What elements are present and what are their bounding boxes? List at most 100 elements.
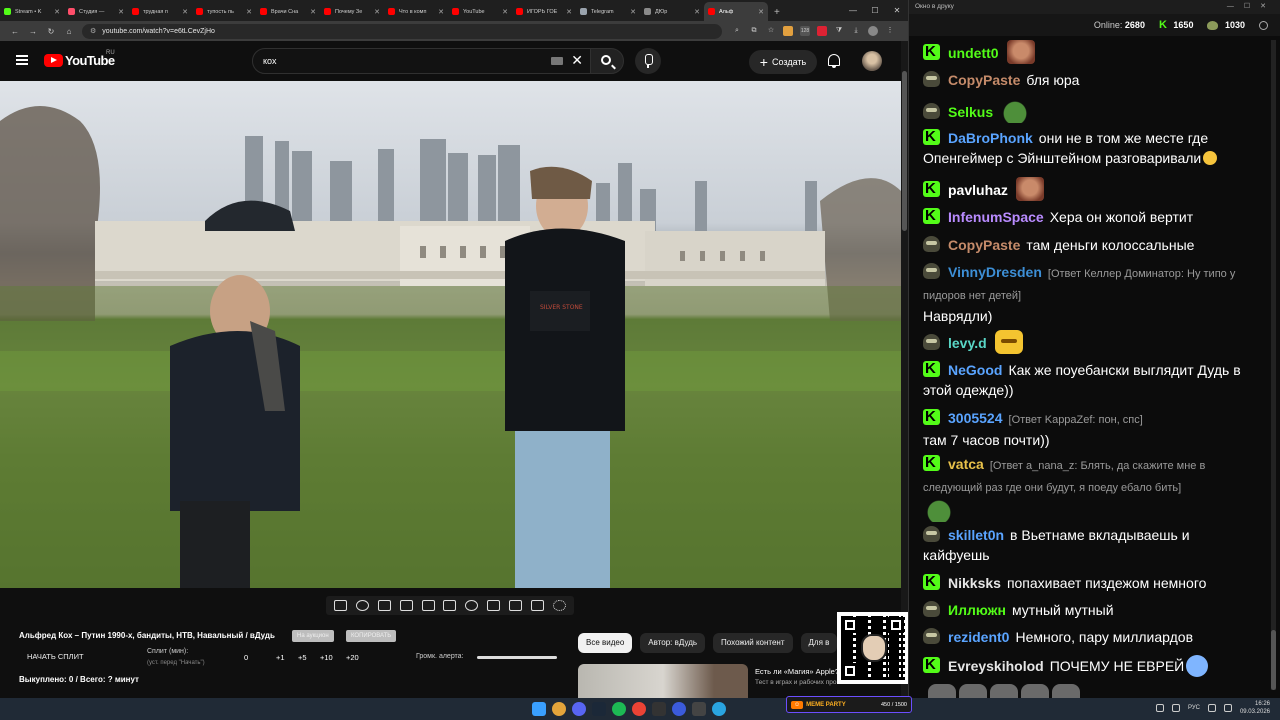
chat-username[interactable]: vatca	[948, 456, 984, 472]
browser-tab[interactable]: Что в комп ✕	[384, 2, 448, 21]
browser-tab[interactable]: Студия — ✕	[64, 2, 128, 21]
app-icon[interactable]	[652, 702, 666, 716]
minimize-button[interactable]: —	[842, 6, 864, 15]
app-icon[interactable]	[692, 702, 706, 716]
flask-icon[interactable]	[530, 600, 544, 611]
tab-close-icon[interactable]: ✕	[694, 8, 700, 16]
profile-icon[interactable]	[868, 26, 878, 36]
split-value-0[interactable]: 0	[244, 653, 248, 662]
chat-username[interactable]: CopyPaste	[948, 237, 1020, 253]
language-indicator[interactable]: РУС	[1188, 705, 1200, 711]
tab-close-icon[interactable]: ✕	[566, 8, 572, 16]
chat-username[interactable]: NeGood	[948, 362, 1002, 378]
chat-username[interactable]: skillet0n	[948, 527, 1004, 543]
browser-tab[interactable]: Telegram ✕	[576, 2, 640, 21]
back-icon[interactable]: ←	[6, 27, 24, 36]
extension-icon[interactable]	[817, 26, 827, 36]
chat-username[interactable]: Иллюжн	[948, 602, 1006, 618]
network-icon[interactable]	[1207, 704, 1216, 712]
screenshot-camera-icon[interactable]	[508, 600, 522, 611]
browser-tab[interactable]: Врачи Сна ✕	[256, 2, 320, 21]
tray-icon[interactable]	[1171, 704, 1180, 712]
new-tab-button[interactable]: +	[768, 7, 786, 21]
download-icon[interactable]: ⤓	[851, 26, 861, 36]
start-split-button[interactable]: НАЧАТЬ СПЛИТ	[27, 652, 84, 661]
spotify-icon[interactable]	[612, 702, 626, 716]
chat-username[interactable]: rezident0	[948, 629, 1009, 645]
chat-username[interactable]: pavluhaz	[948, 182, 1008, 198]
maximize-button[interactable]: ☐	[864, 6, 886, 15]
zoom-icon[interactable]: ⌕	[732, 26, 742, 36]
chat-username[interactable]: CopyPaste	[948, 72, 1020, 88]
forward-icon[interactable]: →	[24, 27, 42, 36]
tab-close-icon[interactable]: ✕	[374, 8, 380, 16]
meme-party-widget[interactable]: ☺ MEME PARTY 450 / 1500	[786, 696, 912, 713]
chat-username[interactable]: Selkus	[948, 104, 993, 120]
browser-tab[interactable]: Альф ✕	[704, 2, 768, 21]
tab-close-icon[interactable]: ✕	[630, 8, 636, 16]
volume-icon[interactable]	[1223, 704, 1232, 712]
tray-icon[interactable]	[1155, 704, 1164, 712]
split-add-10-button[interactable]: +10	[320, 653, 333, 662]
filter-more[interactable]: Для в	[800, 633, 838, 653]
chat-settings-gear-icon[interactable]	[1259, 20, 1268, 30]
clapperboard-icon[interactable]	[399, 600, 413, 611]
tab-close-icon[interactable]: ✕	[502, 8, 508, 16]
split-add-1-button[interactable]: +1	[276, 653, 285, 662]
url-field[interactable]: ⚙ youtube.com/watch?v=e6tLCevZjHo	[82, 23, 722, 39]
browser-tab[interactable]: ДЮр ✕	[640, 2, 704, 21]
audio-icon[interactable]	[356, 600, 370, 611]
keyboard-icon[interactable]	[551, 57, 563, 65]
browser-tab[interactable]: YouTube ✕	[448, 2, 512, 21]
chat-username[interactable]: undett0	[948, 45, 999, 61]
tab-close-icon[interactable]: ✕	[310, 8, 316, 16]
search-input[interactable]	[263, 56, 533, 66]
extensions-puzzle-icon[interactable]: ⧩	[834, 26, 844, 36]
watch-later-icon[interactable]	[378, 600, 392, 611]
auction-button[interactable]: На аукцион	[292, 630, 334, 642]
discord-icon[interactable]	[572, 702, 586, 716]
speed-gauge-icon[interactable]	[465, 600, 479, 611]
chrome-icon[interactable]	[552, 702, 566, 716]
video-player[interactable]: SILVER STONE	[0, 81, 901, 588]
tab-close-icon[interactable]: ✕	[246, 8, 252, 16]
menu-kebab-icon[interactable]: ⋮	[885, 26, 895, 36]
chat-username[interactable]: Nikksks	[948, 575, 1001, 591]
clear-search-icon[interactable]: ✕	[571, 52, 583, 69]
subtitles-icon[interactable]	[443, 600, 457, 611]
voice-search-icon[interactable]	[635, 48, 661, 74]
start-windows-icon[interactable]	[532, 702, 546, 716]
extension-badge-icon[interactable]: 128	[800, 26, 810, 36]
loop-icon[interactable]	[334, 600, 348, 611]
pip-icon[interactable]	[421, 600, 435, 611]
browser-tab[interactable]: трудная п ✕	[128, 2, 192, 21]
chat-username[interactable]: levy.d	[948, 335, 987, 351]
settings-gear-icon[interactable]	[552, 600, 566, 611]
browser-tab[interactable]: Почему Зе ✕	[320, 2, 384, 21]
search-button[interactable]	[590, 48, 624, 74]
add-queue-icon[interactable]	[487, 600, 501, 611]
chat-username[interactable]: InfenumSpace	[948, 209, 1044, 225]
clock[interactable]: 16:26 09.03.2026	[1240, 700, 1270, 716]
browser-tab[interactable]: Stream • K ✕	[0, 2, 64, 21]
tab-close-icon[interactable]: ✕	[182, 8, 188, 16]
copy-button[interactable]: КОПИРОВАТЬ	[346, 630, 397, 642]
browser-tab[interactable]: ИГОРЬ ГОЕ ✕	[512, 2, 576, 21]
telegram-icon[interactable]	[712, 702, 726, 716]
avatar[interactable]	[862, 51, 882, 71]
reload-icon[interactable]: ↻	[42, 27, 60, 36]
page-scrollbar[interactable]	[901, 41, 908, 698]
tab-close-icon[interactable]: ✕	[118, 8, 124, 16]
tab-close-icon[interactable]: ✕	[758, 8, 764, 16]
create-button[interactable]: + Создать	[749, 50, 817, 74]
youtube-logo-icon[interactable]	[44, 54, 63, 67]
chat-username[interactable]: DaBroPhonk	[948, 130, 1033, 146]
split-add-5-button[interactable]: +5	[298, 653, 307, 662]
split-add-20-button[interactable]: +20	[346, 653, 359, 662]
steam-icon[interactable]	[592, 702, 606, 716]
install-icon[interactable]: ⧉	[749, 26, 759, 36]
tab-close-icon[interactable]: ✕	[438, 8, 444, 16]
site-info-icon[interactable]: ⚙	[90, 27, 96, 35]
close-window-button[interactable]: ✕	[886, 6, 908, 15]
chat-window-controls[interactable]: —☐✕	[1227, 2, 1276, 10]
